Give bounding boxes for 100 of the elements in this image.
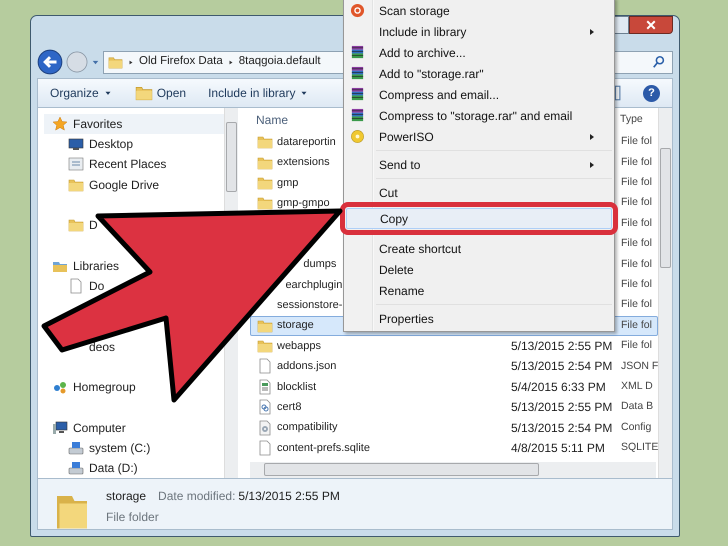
file-date: 5/4/2015 6:33 PM [511,380,606,394]
monitor-icon [68,136,84,152]
sidebar-group[interactable]: Favorites [44,114,224,134]
sidebar-item[interactable]: Desktop [68,134,134,154]
file-type: JSON F [621,358,658,374]
document-icon [257,440,273,456]
file-type: File fol [621,236,652,252]
date-modified-value: 5/13/2015 2:55 PM [238,488,340,505]
file-type: File fol [621,297,652,312]
file-name[interactable]: content-prefs.sqlite [277,440,370,456]
column-header[interactable]: Type [620,112,643,128]
certificate-file-icon [257,399,273,416]
breadcrumb[interactable]: Old Firefox Data [139,53,223,71]
xml-file-icon [257,378,273,395]
file-type: XML D [621,379,653,394]
menu-item[interactable]: Properties [346,308,612,329]
scan-icon [350,3,365,18]
recent-places-icon [68,156,84,172]
file-type: File fol [621,216,652,231]
gear-file-icon [257,420,273,436]
toolbar-button[interactable]: Organize [50,84,113,102]
folder-icon [257,174,273,191]
file-name[interactable]: compatibility [277,419,338,436]
menu-item[interactable]: Create shortcut [346,238,612,259]
file-name[interactable]: cert8 [277,399,302,416]
file-type: File fol [621,175,652,190]
file-date: 5/13/2015 2:55 PM [511,339,612,354]
sidebar-item[interactable]: system (C:) [68,438,150,458]
menu-item[interactable]: Delete [346,259,612,280]
folder-icon [257,318,273,334]
file-type: File fol [621,195,652,210]
file-date: 4/8/2015 5:11 PM [511,441,605,456]
file-name[interactable]: storage [277,317,314,334]
books-icon [350,87,365,102]
toolbar-button[interactable]: Open [134,84,186,102]
sidebar-group[interactable]: Libraries [44,256,120,276]
scrollbar-thumb[interactable] [660,148,671,268]
file-name[interactable]: blocklist [277,378,316,396]
selected-item-name: storage [106,488,146,505]
file-type: File fol [621,134,652,150]
file-type: File fol [621,338,652,354]
document-icon [257,358,273,374]
folder-icon [257,134,273,150]
folder-icon [108,54,123,70]
menu-item[interactable]: Include in library [346,21,612,42]
file-name[interactable]: gmp [277,174,298,192]
sidebar-group[interactable]: Computer [44,417,126,438]
toolbar-button[interactable]: Include in library [208,84,310,102]
drive-icon [68,440,84,456]
file-name[interactable]: gmp-gmpo [277,195,330,212]
computer-icon [52,420,68,436]
file-name[interactable]: earchplugin [285,276,342,294]
folder-icon [68,217,84,234]
sidebar-group[interactable]: Homegroup [44,377,136,398]
document-icon [68,278,84,294]
close-icon [645,19,657,31]
file-date: 5/13/2015 2:55 PM [511,400,612,414]
menu-item[interactable]: Rename [346,280,612,301]
menu-item[interactable]: PowerISO [346,126,612,147]
breadcrumb[interactable]: 8taqgoia.default [238,53,321,71]
column-header[interactable]: Name [256,111,288,129]
back-button[interactable] [37,49,63,75]
sidebar-item[interactable]: D [68,215,98,236]
menu-item[interactable]: Cut [346,182,612,203]
folder-icon [134,84,153,102]
folder-icon [257,195,273,212]
sidebar-item[interactable]: Do [68,276,104,296]
sidebar-item[interactable]: Google Drive [68,174,160,195]
file-date: 5/13/2015 2:54 PM [511,359,612,374]
file-type: File fol [621,154,652,170]
file-name[interactable]: webapps [277,338,322,354]
horizontal-scrollbar[interactable] [250,462,656,478]
folder-icon [257,338,273,354]
file-name[interactable]: datareportin [277,134,336,150]
menu-item[interactable]: Compress and email... [346,84,612,105]
file-type: SQLITE [621,440,658,456]
file-name[interactable]: dumps [303,256,336,273]
sidebar-item[interactable]: Data (D:) [68,458,138,478]
scrollbar-thumb[interactable] [226,122,237,192]
scrollbar-thumb[interactable] [264,463,539,476]
disc-icon [350,129,365,144]
sidebar-item[interactable]: deos [89,336,116,357]
file-name[interactable]: addons.json [277,358,336,375]
file-name[interactable]: sessionstore- [277,297,342,314]
file-date: 5/13/2015 2:54 PM [511,420,612,435]
menu-item[interactable]: Compress to "storage.rar" and email [346,105,612,126]
menu-item[interactable]: Scan storage [346,0,612,21]
close-button[interactable] [629,16,673,34]
folder-icon [68,176,84,193]
search-icon [652,55,666,69]
homegroup-icon [52,379,68,396]
books-icon [350,108,365,123]
drive-icon [68,460,84,476]
file-name[interactable]: extensions [277,154,330,171]
date-modified-label: Date modified: [158,488,236,505]
menu-item[interactable]: Send to [346,154,612,175]
scrollbar[interactable] [658,108,672,478]
forward-button[interactable] [66,51,88,73]
help-button[interactable]: ? [643,84,660,102]
sidebar-item[interactable]: Recent Places [68,154,166,175]
